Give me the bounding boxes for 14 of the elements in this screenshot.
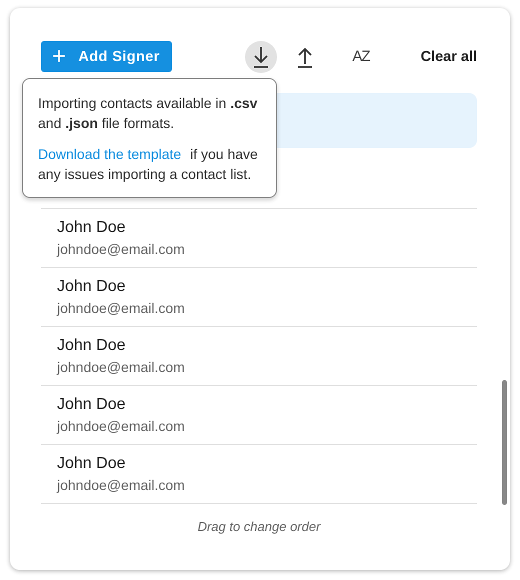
signer-email: johndoe@email.com bbox=[57, 240, 185, 258]
signer-name: John Doe bbox=[57, 395, 126, 415]
plus-icon: + bbox=[52, 44, 66, 68]
signer-name: John Doe bbox=[57, 277, 126, 297]
signer-email: johndoe@email.com bbox=[57, 417, 185, 435]
signer-name: John Doe bbox=[57, 218, 126, 238]
signer-email: johndoe@email.com bbox=[57, 299, 185, 317]
reorder-hint: Drag to change order bbox=[198, 519, 320, 534]
import-info-text: Importing contacts available in .csv and .json file formats. bbox=[38, 94, 258, 133]
signer-name: John Doe bbox=[57, 454, 126, 474]
signer-email: johndoe@email.com bbox=[57, 358, 185, 376]
template-help-text: Download the template if you have any issues importing a contact list. bbox=[38, 145, 259, 184]
signer-email: johndoe@email.com bbox=[57, 476, 185, 494]
signer-name: John Doe bbox=[57, 336, 126, 356]
